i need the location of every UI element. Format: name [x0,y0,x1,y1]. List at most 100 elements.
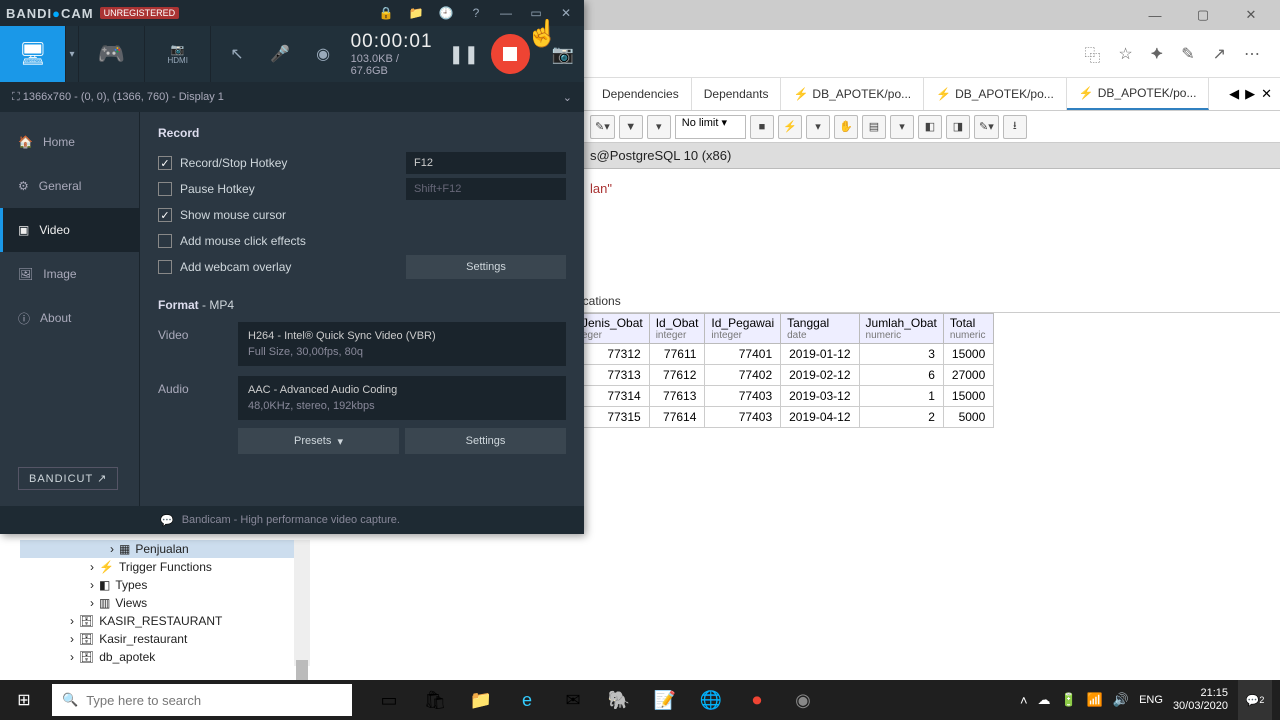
table-row[interactable]: 7731377612774022019-02-12627000 [576,365,994,386]
history-icon[interactable]: 🕘 [434,6,458,20]
edit-button[interactable]: ✎▾ [590,115,615,139]
limit-select[interactable]: No limit ▾ [675,115,746,139]
tab-dependants[interactable]: Dependants [692,78,782,110]
favorite-icon[interactable]: ☆ [1118,44,1132,64]
checkbox[interactable] [158,234,172,248]
chrome-icon[interactable]: 🌐 [688,680,734,720]
system-tray[interactable]: ˄ ☁ 🔋 📶 🔊 ENG 21:1530/03/2020 💬2 [1020,680,1280,720]
tree-item[interactable]: ›🗄db_apotek [20,648,310,666]
tab-dbapotek-2[interactable]: ⚡DB_APOTEK/po... [924,78,1067,110]
sidebar-item-video[interactable]: ▣Video [0,208,139,252]
presets-button[interactable]: Presets ▾ [238,428,399,454]
table-row[interactable]: 7731477613774032019-03-12115000 [576,386,994,407]
taskview-icon[interactable]: ▭ [366,680,412,720]
col-header[interactable]: Id_Pegawaiinteger [705,314,781,344]
action-center-icon[interactable]: 💬2 [1238,680,1272,720]
tab-dbapotek-3[interactable]: ⚡DB_APOTEK/po... [1067,78,1210,110]
notepad-icon[interactable]: 📝 [642,680,688,720]
checkbox[interactable] [158,260,172,274]
rollback-button[interactable]: ◨ [946,115,970,139]
pause-button[interactable]: ❚❚ [449,44,479,65]
capture-info-bar[interactable]: ⛶ 1366x760 - (0, 0), (1366, 760) - Displ… [0,82,584,112]
reader-icon[interactable]: ⿻ [1084,42,1100,66]
tree-item[interactable]: ›▦Penjualan [20,540,310,558]
audio-format-box[interactable]: AAC - Advanced Audio Coding48,0KHz, ster… [238,376,566,420]
mode-game-button[interactable]: 🎮 [79,26,145,82]
folder-icon[interactable]: 📁 [404,6,428,20]
mode-screen-button[interactable]: 🖥 [0,26,66,82]
mail-icon[interactable]: ✉ [550,680,596,720]
language-indicator[interactable]: ENG [1139,694,1163,706]
tab-dependencies[interactable]: Dependencies [590,78,692,110]
sidebar-item-about[interactable]: ⓘAbout [0,296,139,340]
bandicut-button[interactable]: BANDICUT ↗ [18,467,118,490]
filter-button[interactable]: ▼ [619,115,643,139]
onedrive-icon[interactable]: ☁ [1038,692,1051,708]
tab-dbapotek-1[interactable]: ⚡DB_APOTEK/po... [781,78,924,110]
collections-icon[interactable]: ⯌ [1151,45,1163,63]
explain-button[interactable]: ✋ [834,115,858,139]
explain2-button[interactable]: ▤ [862,115,886,139]
table-row[interactable]: 7731577614774032019-04-1225000 [576,407,994,428]
col-header[interactable]: Jumlah_Obatnumeric [859,314,943,344]
tree-item[interactable]: ›⚡Trigger Functions [20,558,310,576]
col-header[interactable]: Totalnumeric [943,314,993,344]
settings-button[interactable]: Settings [406,255,566,279]
minimize-icon[interactable]: — [494,6,518,20]
bandicam-task-icon[interactable]: ⏺ [734,680,780,720]
explain-drop-button[interactable]: ▾ [890,115,914,139]
col-header[interactable]: Id_Obatinteger [649,314,705,344]
hotkey-value[interactable]: Shift+F12 [406,178,566,200]
bandicam-titlebar[interactable]: BANDI●CAM UNREGISTERED 🔒 📁 🕘 ? — ▭ ✕ [0,0,584,26]
tab-next-icon[interactable]: ▶ [1245,86,1255,102]
search-box[interactable]: 🔍 Type here to search [52,684,352,716]
tab-prev-icon[interactable]: ◀ [1229,86,1239,102]
clock[interactable]: 21:1530/03/2020 [1173,687,1228,713]
hotkey-value[interactable]: F12 [406,152,566,174]
mic-icon[interactable]: 🎤 [265,38,296,70]
sidebar-item-general[interactable]: ⚙General [0,164,139,208]
tab-close-icon[interactable]: ✕ [1261,86,1272,102]
commit-button[interactable]: ◧ [918,115,942,139]
tree-scrollbar[interactable] [294,540,310,666]
execute-button[interactable]: ⚡ [778,115,802,139]
checkbox[interactable] [158,182,172,196]
download-button[interactable]: ⭳ [1003,115,1027,139]
tree-item[interactable]: ›🗄Kasir_restaurant [20,630,310,648]
checkbox[interactable] [158,156,172,170]
col-header[interactable]: Tanggaldate [781,314,859,344]
app-icon[interactable]: ◉ [780,680,826,720]
cursor-capture-icon[interactable]: ↖ [221,38,252,70]
clear-button[interactable]: ✎▾ [974,115,999,139]
sidebar-item-image[interactable]: 🖼Image [0,252,139,296]
record-stop-button[interactable] [491,34,530,74]
webcam-icon[interactable]: ◉ [308,38,339,70]
mode-device-button[interactable]: 📷HDMI [145,26,211,82]
video-format-box[interactable]: H264 - Intel® Quick Sync Video (VBR)Full… [238,322,566,366]
edge-icon[interactable]: e [504,680,550,720]
maximize-button[interactable]: ▢ [1188,5,1218,25]
checkbox[interactable] [158,208,172,222]
explorer-icon[interactable]: 📁 [458,680,504,720]
filter-drop-button[interactable]: ▾ [647,115,671,139]
volume-icon[interactable]: 🔊 [1113,692,1129,708]
tree-item[interactable]: ›◧Types [20,576,310,594]
chevron-down-icon[interactable]: ⌄ [563,91,572,104]
stop-button[interactable]: ■ [750,115,774,139]
notes-icon[interactable]: ✎ [1181,44,1194,64]
sidebar-item-home[interactable]: 🏠Home [0,120,139,164]
more-icon[interactable]: ⋯ [1244,44,1260,64]
tree-item[interactable]: ›▥Views [20,594,310,612]
help-icon[interactable]: ? [464,6,488,20]
minimize-button[interactable]: — [1140,5,1170,25]
close-button[interactable]: ✕ [1236,5,1266,25]
share-icon[interactable]: ↗ [1213,44,1226,64]
start-button[interactable]: ⊞ [0,680,48,720]
lock-icon[interactable]: 🔒 [374,6,398,20]
tree-item[interactable]: ›🗄KASIR_RESTAURANT [20,612,310,630]
mode-screen-drop[interactable]: ▾ [66,26,78,82]
wifi-icon[interactable]: 📶 [1087,692,1103,708]
format-settings-button[interactable]: Settings [405,428,566,454]
execute-drop-button[interactable]: ▾ [806,115,830,139]
object-tree[interactable]: ›▦Penjualan›⚡Trigger Functions›◧Types›▥V… [20,540,310,666]
